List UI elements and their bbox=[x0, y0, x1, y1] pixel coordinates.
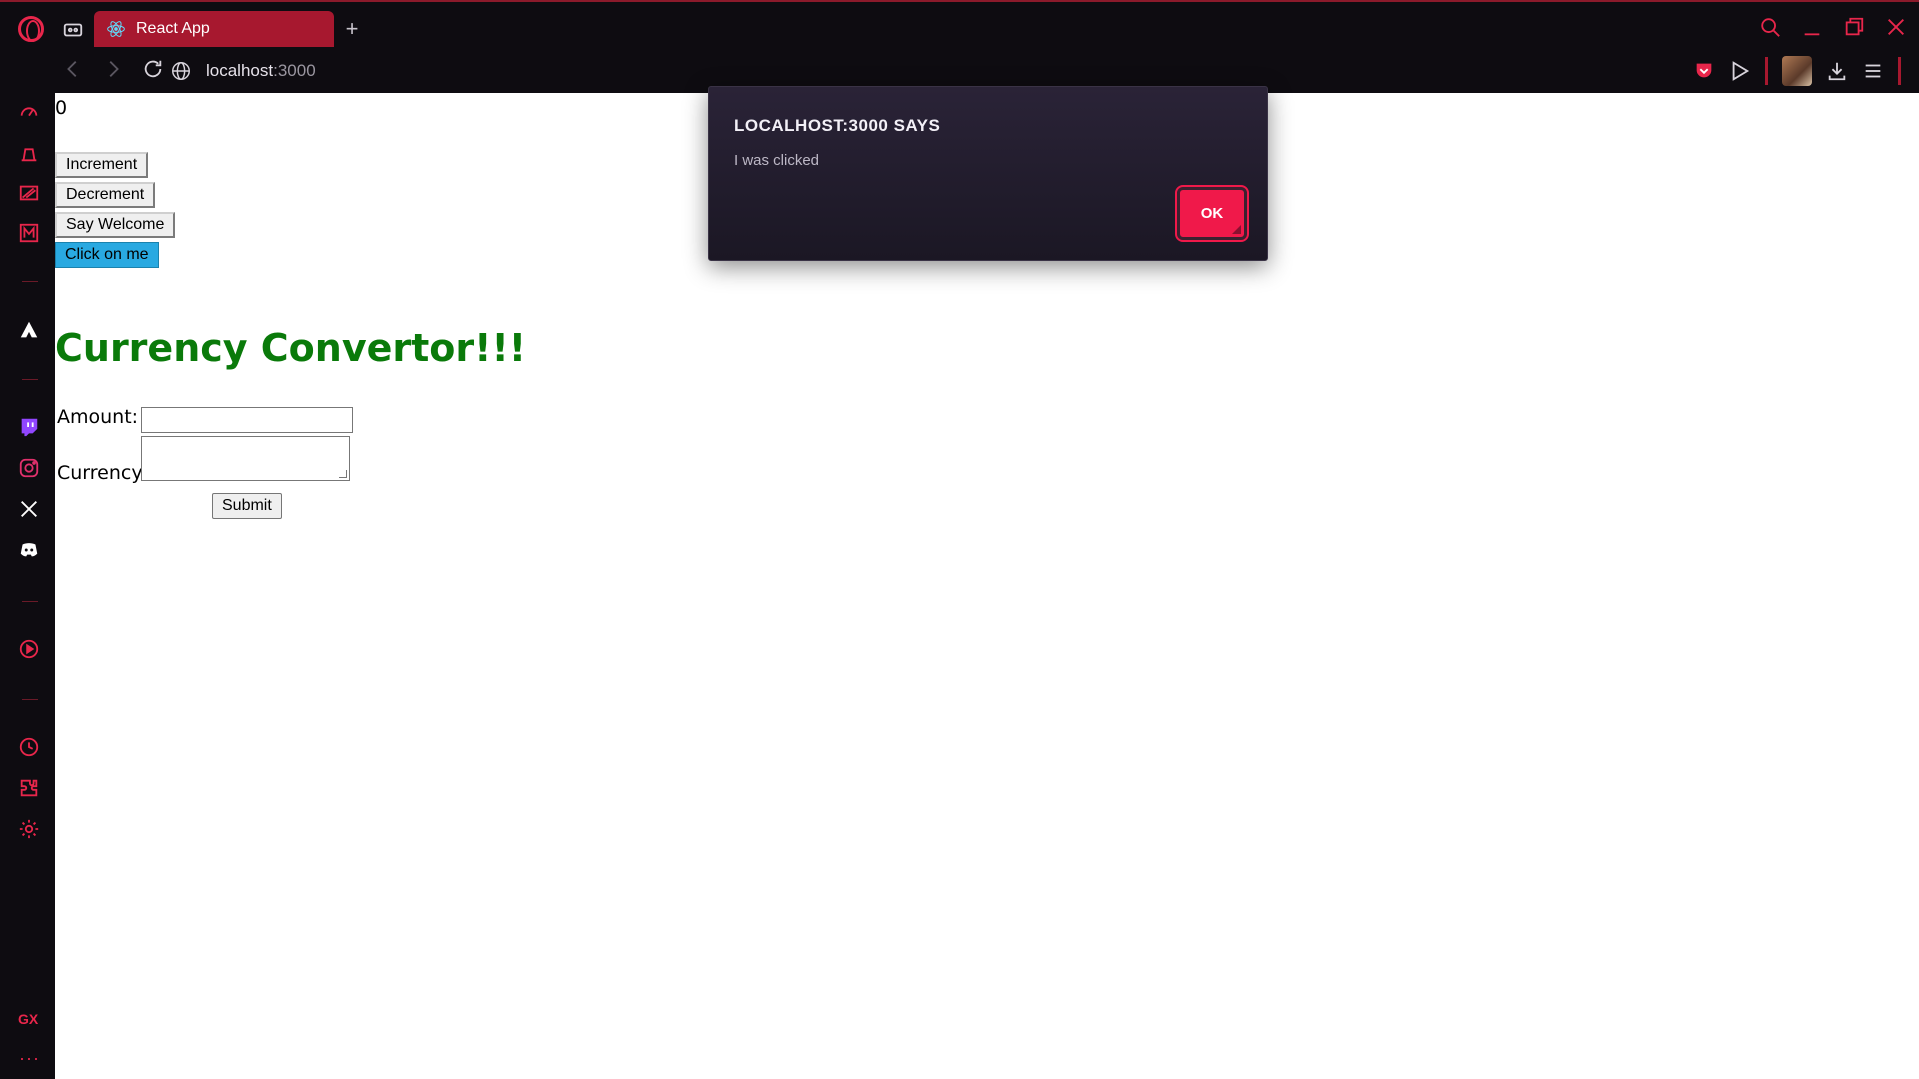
twitch-icon[interactable] bbox=[18, 416, 40, 438]
gx-cleaner-icon[interactable] bbox=[18, 182, 40, 204]
address-bar[interactable]: localhost:3000 bbox=[170, 58, 316, 84]
ok-button[interactable]: OK bbox=[1175, 185, 1249, 242]
close-icon[interactable] bbox=[1885, 16, 1907, 38]
download-icon[interactable] bbox=[1826, 60, 1848, 82]
history-icon[interactable] bbox=[18, 736, 40, 758]
toolbar-right bbox=[1693, 56, 1901, 86]
search-icon[interactable] bbox=[1759, 16, 1781, 38]
increment-button[interactable]: Increment bbox=[55, 152, 149, 178]
amount-label: Amount: bbox=[57, 406, 139, 428]
submit-button[interactable]: Submit bbox=[212, 493, 282, 519]
pocket-shield-icon[interactable] bbox=[1693, 60, 1715, 82]
sidebar-separator bbox=[22, 601, 38, 602]
window-controls bbox=[1759, 16, 1907, 38]
gx-corner-icon[interactable] bbox=[62, 19, 84, 41]
reload-icon[interactable] bbox=[142, 58, 164, 80]
minimize-icon[interactable] bbox=[1801, 16, 1823, 38]
amount-input[interactable] bbox=[141, 407, 353, 433]
page-title: Currency Convertor!!! bbox=[55, 326, 527, 370]
x-twitter-icon[interactable] bbox=[18, 498, 40, 520]
say-welcome-button[interactable]: Say Welcome bbox=[55, 212, 176, 238]
react-icon bbox=[107, 21, 125, 37]
navigation-buttons bbox=[62, 58, 164, 80]
alert-dialog: LOCALHOST:3000 SAYS I was clicked OK bbox=[708, 86, 1268, 261]
discord-icon[interactable] bbox=[18, 539, 40, 561]
new-tab-button[interactable]: + bbox=[340, 18, 364, 42]
url-text: localhost:3000 bbox=[206, 61, 316, 81]
decrement-button[interactable]: Decrement bbox=[55, 182, 156, 208]
more-options-icon[interactable]: ··· bbox=[19, 1048, 40, 1069]
sidebar-separator bbox=[22, 699, 38, 700]
tab-title: React App bbox=[136, 20, 210, 37]
back-icon[interactable] bbox=[62, 58, 84, 80]
settings-gear-icon[interactable] bbox=[18, 818, 40, 840]
gx-control-icon[interactable] bbox=[18, 142, 40, 164]
extensions-icon[interactable] bbox=[18, 777, 40, 799]
counter-value: 0 bbox=[55, 97, 68, 119]
sidebar: GX ··· bbox=[0, 93, 55, 1079]
toolbar-separator-right bbox=[1898, 57, 1901, 85]
avatar[interactable] bbox=[1782, 56, 1812, 86]
speed-dial-icon[interactable] bbox=[18, 101, 40, 123]
sidebar-separator bbox=[22, 281, 38, 282]
tab-react-app[interactable]: React App bbox=[94, 11, 334, 47]
gx-label[interactable]: GX bbox=[18, 1011, 38, 1027]
toolbar-separator bbox=[1765, 57, 1768, 85]
easy-setup-icon[interactable] bbox=[1862, 60, 1884, 82]
opera-logo-icon[interactable] bbox=[18, 16, 44, 42]
aria-icon[interactable] bbox=[18, 319, 40, 341]
url-port: :3000 bbox=[273, 61, 316, 80]
sidebar-separator bbox=[22, 379, 38, 380]
restore-icon[interactable] bbox=[1843, 16, 1865, 38]
currency-label: Currency: bbox=[57, 462, 148, 484]
dialog-message: I was clicked bbox=[734, 152, 820, 169]
click-on-me-button[interactable]: Click on me bbox=[55, 242, 159, 268]
forward-icon[interactable] bbox=[102, 58, 124, 80]
globe-icon bbox=[172, 62, 190, 80]
gx-mail-icon[interactable] bbox=[18, 222, 40, 244]
instagram-icon[interactable] bbox=[18, 457, 40, 479]
player-icon[interactable] bbox=[18, 638, 40, 660]
dialog-title: LOCALHOST:3000 SAYS bbox=[734, 116, 941, 135]
currency-textarea[interactable] bbox=[141, 436, 350, 481]
send-icon[interactable] bbox=[1729, 60, 1751, 82]
browser-chrome: React App + localhost:3000 bbox=[0, 0, 1919, 93]
url-host: localhost bbox=[206, 61, 274, 80]
